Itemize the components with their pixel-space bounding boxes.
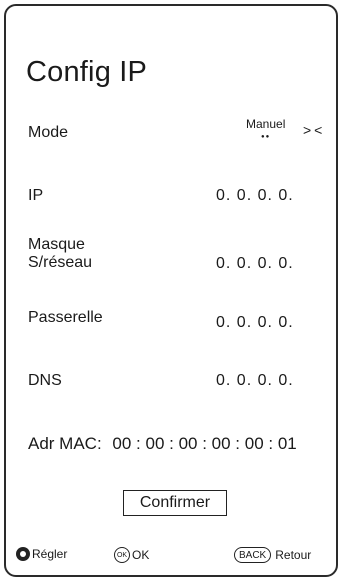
mac-address-row: Adr MAC: 00 : 00 : 00 : 00 : 00 : 01 [28,434,297,454]
footer-back-hint: BACK Retour [234,547,311,563]
left-right-arrows-icon[interactable]: >< [303,122,325,138]
subnet-mask-value[interactable]: 0. 0. 0. 0. [216,255,294,273]
mode-dots-icon: ●● [261,134,271,140]
footer-back-label: Retour [275,548,312,562]
footer-ok-hint: OK OK [114,547,149,563]
mode-label: Mode [28,124,69,141]
mac-address-label: Adr MAC: [28,434,102,453]
footer-adjust-hint: Régler [16,547,67,561]
gateway-label: Passerelle [28,309,103,326]
gateway-value[interactable]: 0. 0. 0. 0. [216,314,294,332]
ip-value[interactable]: 0. 0. 0. 0. [216,187,294,205]
confirm-button[interactable]: Confirmer [123,490,227,516]
navigate-icon [16,547,30,561]
config-ip-panel: Config IP Mode Manuel ●● >< IP 0. 0. 0. … [4,4,338,577]
dns-value[interactable]: 0. 0. 0. 0. [216,372,294,390]
back-button-icon: BACK [234,547,272,563]
footer-ok-label: OK [132,548,150,562]
subnet-mask-label: Masque S/réseau [28,236,93,271]
page-title: Config IP [26,56,148,88]
footer-adjust-label: Régler [32,547,68,561]
dns-label: DNS [28,372,62,389]
mac-address-value: 00 : 00 : 00 : 00 : 00 : 01 [112,434,297,453]
mode-value[interactable]: Manuel [246,117,285,131]
ok-button-icon: OK [114,547,130,563]
ip-label: IP [28,187,44,204]
